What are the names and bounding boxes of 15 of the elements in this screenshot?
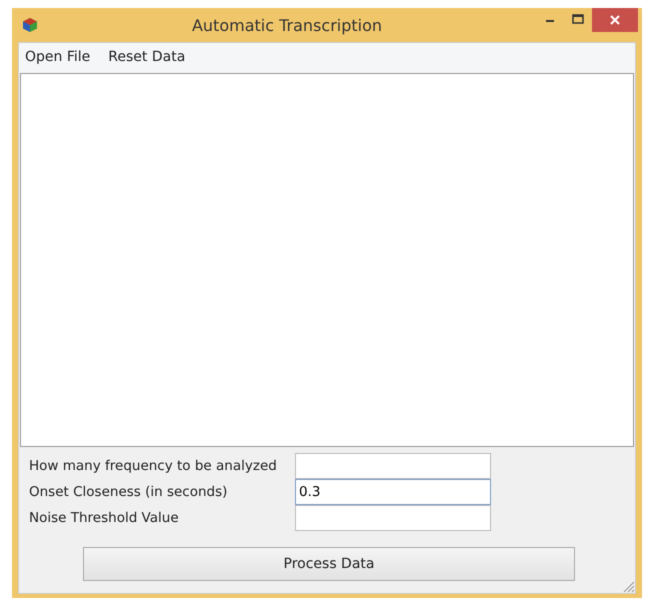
resize-grip-icon[interactable]	[621, 579, 635, 593]
input-field[interactable]	[295, 453, 491, 479]
maximize-icon[interactable]	[572, 14, 584, 24]
menu-item[interactable]: Reset Data	[108, 49, 186, 69]
field-label: How many frequency to be analyzed	[29, 458, 278, 474]
process-button[interactable]: Process Data	[83, 547, 575, 581]
window-title: Automatic Transcription	[190, 16, 384, 34]
close-icon	[610, 15, 620, 25]
close-button[interactable]	[592, 8, 638, 32]
field-label: Onset Closeness (in seconds)	[29, 484, 228, 500]
input-field[interactable]	[295, 505, 491, 531]
field-label: Noise Threshold Value	[29, 510, 180, 526]
cube-icon	[22, 17, 38, 33]
menu-item[interactable]: Open File	[25, 49, 90, 69]
input-field[interactable]: 0.3	[295, 479, 491, 505]
